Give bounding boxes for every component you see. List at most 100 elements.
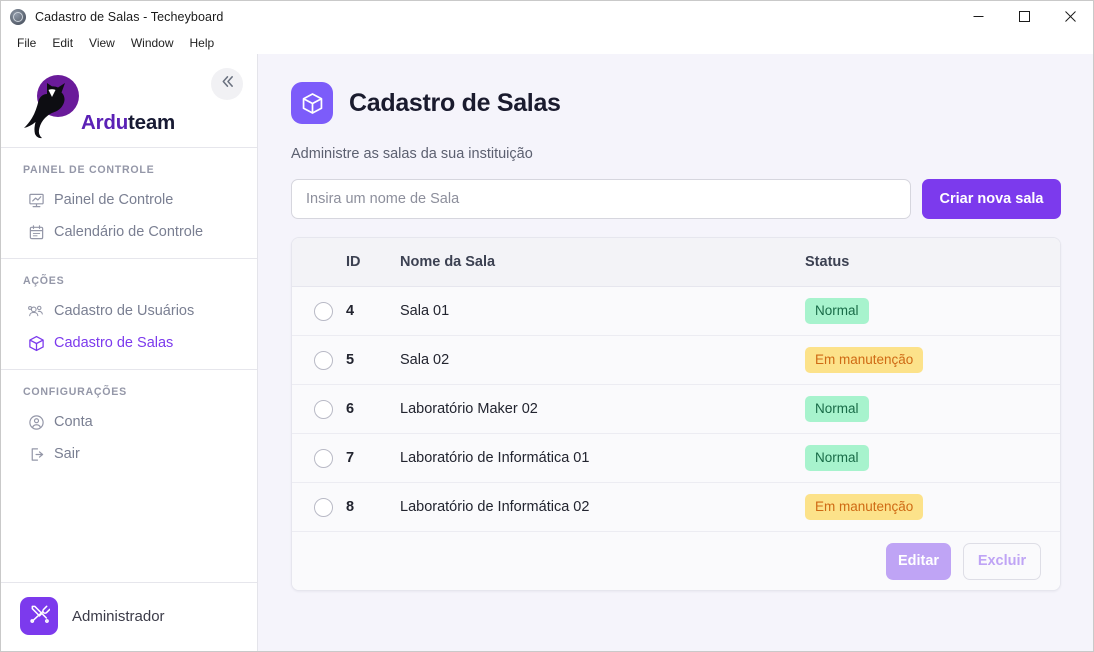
sidebar-item-cadastro-de-usuarios[interactable]: Cadastro de Usuários bbox=[1, 295, 257, 327]
table-row[interactable]: 8 Laboratório de Informática 02 Em manut… bbox=[292, 482, 1060, 532]
app-body: Arduteam PAINEL DE CONTROLE Painel de Co… bbox=[1, 54, 1093, 651]
create-room-button[interactable]: Criar nova sala bbox=[922, 179, 1061, 219]
row-select-cell[interactable] bbox=[292, 433, 346, 483]
close-button[interactable] bbox=[1047, 1, 1093, 32]
box-icon bbox=[27, 334, 45, 352]
row-radio[interactable] bbox=[314, 399, 333, 419]
menu-file[interactable]: File bbox=[9, 34, 44, 52]
tools-icon bbox=[29, 603, 50, 629]
users-icon bbox=[27, 302, 45, 320]
column-header-select bbox=[292, 238, 346, 287]
row-select-cell[interactable] bbox=[292, 286, 346, 336]
delete-button[interactable]: Excluir bbox=[963, 542, 1041, 580]
title-bar: Cadastro de Salas - Techeyboard bbox=[1, 1, 1093, 32]
column-header-name: Nome da Sala bbox=[400, 238, 805, 287]
room-name-input[interactable] bbox=[291, 179, 911, 219]
table-footer: Editar Excluir bbox=[292, 532, 1060, 590]
row-id: 7 bbox=[346, 433, 400, 483]
status-badge: Normal bbox=[805, 298, 869, 324]
app-window: Cadastro de Salas - Techeyboard File Edi… bbox=[0, 0, 1094, 652]
row-radio[interactable] bbox=[314, 448, 333, 468]
menu-bar: File Edit View Window Help bbox=[1, 32, 1093, 54]
minimize-button[interactable] bbox=[955, 1, 1001, 32]
table-row[interactable]: 5 Sala 02 Em manutenção bbox=[292, 335, 1060, 385]
row-name: Laboratório Maker 02 bbox=[400, 384, 805, 434]
sidebar-item-label: Calendário de Controle bbox=[54, 224, 204, 240]
menu-window[interactable]: Window bbox=[123, 34, 182, 52]
column-header-status: Status bbox=[805, 238, 1060, 287]
sidebar-section-configuracoes: CONFIGURAÇÕES Conta Sair bbox=[1, 370, 257, 480]
brand-block: Arduteam bbox=[1, 54, 257, 147]
row-select-cell[interactable] bbox=[292, 482, 346, 532]
row-name: Laboratório de Informática 02 bbox=[400, 482, 805, 532]
main-content: Cadastro de Salas Administre as salas da… bbox=[258, 54, 1093, 651]
sidebar-section-acoes: AÇÕES Cadastro de Usuários Cadastro de S… bbox=[1, 259, 257, 369]
row-status-cell: Em manutenção bbox=[805, 482, 1060, 532]
row-id: 5 bbox=[346, 335, 400, 385]
sidebar-user-block[interactable]: Administrador bbox=[1, 582, 257, 651]
status-badge: Em manutenção bbox=[805, 494, 924, 520]
status-badge: Normal bbox=[805, 396, 869, 422]
logout-icon bbox=[27, 445, 45, 463]
dashboard-icon bbox=[27, 191, 45, 209]
row-status-cell: Normal bbox=[805, 384, 1060, 434]
sidebar-section-label-acoes: AÇÕES bbox=[23, 275, 65, 287]
edit-button[interactable]: Editar bbox=[886, 542, 951, 580]
sidebar: Arduteam PAINEL DE CONTROLE Painel de Co… bbox=[1, 54, 258, 651]
row-select-cell[interactable] bbox=[292, 335, 346, 385]
menu-help[interactable]: Help bbox=[182, 34, 223, 52]
brand-name-suffix: team bbox=[128, 111, 176, 134]
brand-name-prefix: Ardu bbox=[81, 111, 129, 134]
menu-view[interactable]: View bbox=[81, 34, 123, 52]
calendar-icon bbox=[27, 223, 45, 241]
sidebar-item-label: Cadastro de Salas bbox=[54, 335, 174, 351]
table-header-row: ID Nome da Sala Status bbox=[292, 238, 1060, 287]
column-header-id: ID bbox=[346, 238, 400, 287]
status-badge: Normal bbox=[805, 445, 869, 471]
table-row[interactable]: 7 Laboratório de Informática 01 Normal bbox=[292, 433, 1060, 483]
sidebar-item-label: Cadastro de Usuários bbox=[54, 303, 195, 319]
sidebar-section-label-configuracoes: CONFIGURAÇÕES bbox=[23, 386, 127, 398]
page-subtitle: Administre as salas da sua instituição bbox=[291, 146, 533, 162]
status-badge: Em manutenção bbox=[805, 347, 924, 373]
sidebar-item-label: Painel de Controle bbox=[54, 192, 174, 208]
page-box-icon bbox=[291, 82, 333, 124]
sidebar-user-name: Administrador bbox=[72, 607, 165, 625]
sidebar-collapse-button[interactable] bbox=[211, 68, 243, 100]
table-row[interactable]: 6 Laboratório Maker 02 Normal bbox=[292, 384, 1060, 434]
page-header: Cadastro de Salas bbox=[291, 82, 1061, 124]
sidebar-item-sair[interactable]: Sair bbox=[1, 438, 257, 470]
row-radio[interactable] bbox=[314, 497, 333, 517]
sidebar-section-label-dashboard: PAINEL DE CONTROLE bbox=[23, 164, 155, 176]
row-radio[interactable] bbox=[314, 350, 333, 370]
sidebar-section-dashboard: PAINEL DE CONTROLE Painel de Controle Ca… bbox=[1, 148, 257, 258]
create-room-form: Criar nova sala bbox=[291, 179, 1061, 219]
maximize-button[interactable] bbox=[1001, 1, 1047, 32]
chevrons-left-icon bbox=[220, 74, 235, 94]
row-name: Sala 01 bbox=[400, 286, 805, 336]
avatar bbox=[20, 597, 58, 635]
page-title: Cadastro de Salas bbox=[349, 88, 561, 117]
window-controls bbox=[955, 1, 1093, 32]
row-id: 6 bbox=[346, 384, 400, 434]
sidebar-item-calendario-de-controle[interactable]: Calendário de Controle bbox=[1, 216, 257, 248]
row-name: Laboratório de Informática 01 bbox=[400, 433, 805, 483]
table-head: ID Nome da Sala Status bbox=[292, 238, 1060, 287]
rooms-table-card: ID Nome da Sala Status 4 Sala 01 Normal bbox=[291, 237, 1061, 591]
menu-edit[interactable]: Edit bbox=[44, 34, 81, 52]
account-circle-icon bbox=[27, 413, 45, 431]
rooms-table: ID Nome da Sala Status 4 Sala 01 Normal bbox=[292, 238, 1060, 532]
table-row[interactable]: 4 Sala 01 Normal bbox=[292, 286, 1060, 336]
row-select-cell[interactable] bbox=[292, 384, 346, 434]
sidebar-item-label: Sair bbox=[54, 446, 80, 462]
brand-name: Arduteam bbox=[81, 111, 175, 135]
sidebar-item-conta[interactable]: Conta bbox=[1, 406, 257, 438]
row-name: Sala 02 bbox=[400, 335, 805, 385]
row-status-cell: Normal bbox=[805, 286, 1060, 336]
sidebar-item-cadastro-de-salas[interactable]: Cadastro de Salas bbox=[1, 327, 257, 359]
row-id: 8 bbox=[346, 482, 400, 532]
sidebar-item-painel-de-controle[interactable]: Painel de Controle bbox=[1, 184, 257, 216]
row-radio[interactable] bbox=[314, 301, 333, 321]
row-status-cell: Normal bbox=[805, 433, 1060, 483]
